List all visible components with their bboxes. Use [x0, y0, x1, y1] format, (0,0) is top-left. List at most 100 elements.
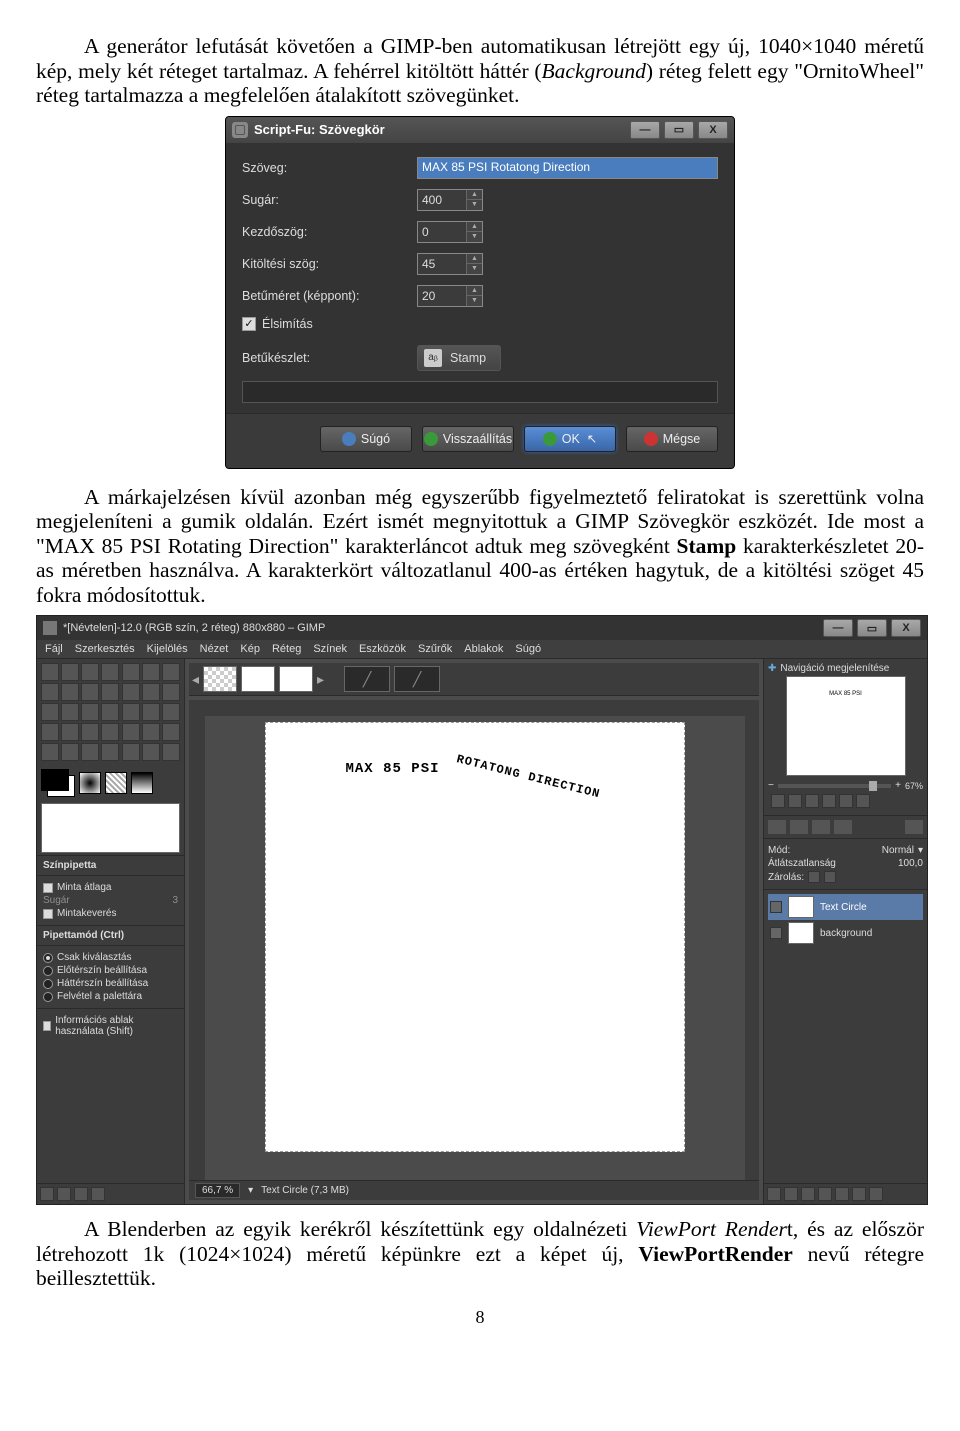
tool-button[interactable] — [122, 703, 140, 721]
minimize-button[interactable]: — — [630, 121, 660, 139]
icon-button[interactable] — [788, 794, 802, 808]
icon-button[interactable] — [869, 1187, 883, 1201]
ruler-vertical[interactable] — [189, 716, 205, 1180]
minimize-button[interactable]: — — [823, 619, 853, 637]
menu-item[interactable]: Kijelölés — [147, 643, 188, 655]
radio[interactable] — [43, 953, 53, 963]
lock-icon[interactable] — [808, 871, 820, 883]
icon-button[interactable] — [771, 794, 785, 808]
icon-button[interactable] — [805, 794, 819, 808]
tool-button[interactable] — [162, 703, 180, 721]
tool-button[interactable] — [122, 723, 140, 741]
antialias-checkbox[interactable]: ✓ — [242, 317, 256, 331]
brush-swatch[interactable] — [79, 772, 101, 794]
icon-button[interactable] — [767, 1187, 781, 1201]
tab-icon[interactable] — [790, 820, 808, 834]
layer-name[interactable]: background — [820, 928, 872, 939]
tab-icon[interactable] — [834, 820, 852, 834]
plus-icon[interactable]: ✚ — [768, 663, 776, 674]
icon-button[interactable] — [57, 1187, 71, 1201]
maximize-button[interactable]: ▭ — [857, 619, 887, 637]
spin-up[interactable]: ▲ — [467, 254, 482, 265]
tab-icon[interactable] — [905, 820, 923, 834]
checkbox[interactable] — [43, 883, 53, 893]
zoom-slider[interactable] — [778, 784, 891, 788]
lock-icon[interactable] — [824, 871, 836, 883]
tool-button[interactable] — [101, 663, 119, 681]
brush-preview[interactable]: ╱ — [344, 666, 390, 692]
radio[interactable] — [43, 979, 53, 989]
eye-icon[interactable] — [770, 901, 782, 913]
active-image-thumb[interactable] — [41, 803, 180, 853]
nav-thumbnail[interactable]: MAX 85 PSI — [786, 676, 906, 776]
fillangle-spin[interactable]: ▲▼ — [417, 253, 483, 275]
tool-button[interactable] — [81, 683, 99, 701]
spin-down[interactable]: ▼ — [467, 296, 482, 306]
menu-item[interactable]: Fájl — [45, 643, 63, 655]
radio[interactable] — [43, 966, 53, 976]
icon-button[interactable] — [818, 1187, 832, 1201]
tool-button[interactable] — [101, 683, 119, 701]
canvas-area[interactable]: MAX 85 PSI ROTATONG DIRECTION — [205, 716, 745, 1180]
pattern-swatch[interactable] — [105, 772, 127, 794]
tool-button[interactable] — [142, 703, 160, 721]
icon-button[interactable] — [839, 794, 853, 808]
ruler-horizontal[interactable] — [189, 700, 759, 716]
tool-button[interactable] — [41, 723, 59, 741]
spin-up[interactable]: ▲ — [467, 190, 482, 201]
icon-button[interactable] — [852, 1187, 866, 1201]
zoom-in-icon[interactable]: + — [895, 780, 901, 791]
tool-button[interactable] — [122, 743, 140, 761]
gimp-titlebar[interactable]: *[Névtelen]-12.0 (RGB szín, 2 réteg) 880… — [37, 616, 927, 640]
icon-button[interactable] — [835, 1187, 849, 1201]
tool-button[interactable] — [142, 743, 160, 761]
icon-button[interactable] — [74, 1187, 88, 1201]
help-button[interactable]: Súgó — [320, 426, 412, 452]
reset-button[interactable]: Visszaállítás — [422, 426, 514, 452]
icon-button[interactable] — [801, 1187, 815, 1201]
tool-button[interactable] — [61, 703, 79, 721]
menubar[interactable]: Fájl Szerkesztés Kijelölés Nézet Kép Rét… — [37, 640, 927, 659]
icon-button[interactable] — [784, 1187, 798, 1201]
tool-button[interactable] — [142, 683, 160, 701]
tool-button[interactable] — [81, 663, 99, 681]
radio[interactable] — [43, 992, 53, 1002]
checkbox[interactable] — [43, 1021, 51, 1031]
fontsize-input[interactable] — [418, 286, 466, 306]
spin-up[interactable]: ▲ — [467, 222, 482, 233]
mode-value[interactable]: Normál — [882, 845, 914, 856]
menu-item[interactable]: Kép — [240, 643, 260, 655]
ok-button[interactable]: OK↖ — [524, 426, 616, 452]
spin-down[interactable]: ▼ — [467, 264, 482, 274]
tool-button[interactable] — [41, 703, 59, 721]
tool-button[interactable] — [162, 723, 180, 741]
tab-icon[interactable] — [768, 820, 786, 834]
tool-button[interactable] — [81, 743, 99, 761]
tool-button[interactable] — [101, 723, 119, 741]
startangle-spin[interactable]: ▲▼ — [417, 221, 483, 243]
tool-button[interactable] — [41, 663, 59, 681]
opacity-value[interactable]: 100,0 — [898, 858, 923, 869]
tool-button[interactable] — [101, 743, 119, 761]
menu-item[interactable]: Színek — [313, 643, 347, 655]
icon-button[interactable] — [40, 1187, 54, 1201]
menu-item[interactable]: Eszközök — [359, 643, 406, 655]
startangle-input[interactable] — [418, 222, 466, 242]
image-thumb[interactable] — [241, 666, 275, 692]
tool-button[interactable] — [81, 723, 99, 741]
spin-down[interactable]: ▼ — [467, 200, 482, 210]
tool-button[interactable] — [162, 683, 180, 701]
spin-down[interactable]: ▼ — [467, 232, 482, 242]
zoom-field[interactable]: 66,7 % — [195, 1183, 240, 1198]
next-icon[interactable]: ▸ — [317, 671, 324, 688]
layer-row[interactable]: background — [768, 920, 923, 946]
prev-icon[interactable]: ◂ — [192, 671, 199, 688]
tool-button[interactable] — [41, 743, 59, 761]
tool-button[interactable] — [61, 743, 79, 761]
tool-button[interactable] — [142, 723, 160, 741]
tool-button[interactable] — [41, 683, 59, 701]
fg-swatch[interactable] — [41, 769, 69, 791]
fontsize-spin[interactable]: ▲▼ — [417, 285, 483, 307]
spin-up[interactable]: ▲ — [467, 286, 482, 297]
menu-item[interactable]: Súgó — [515, 643, 541, 655]
